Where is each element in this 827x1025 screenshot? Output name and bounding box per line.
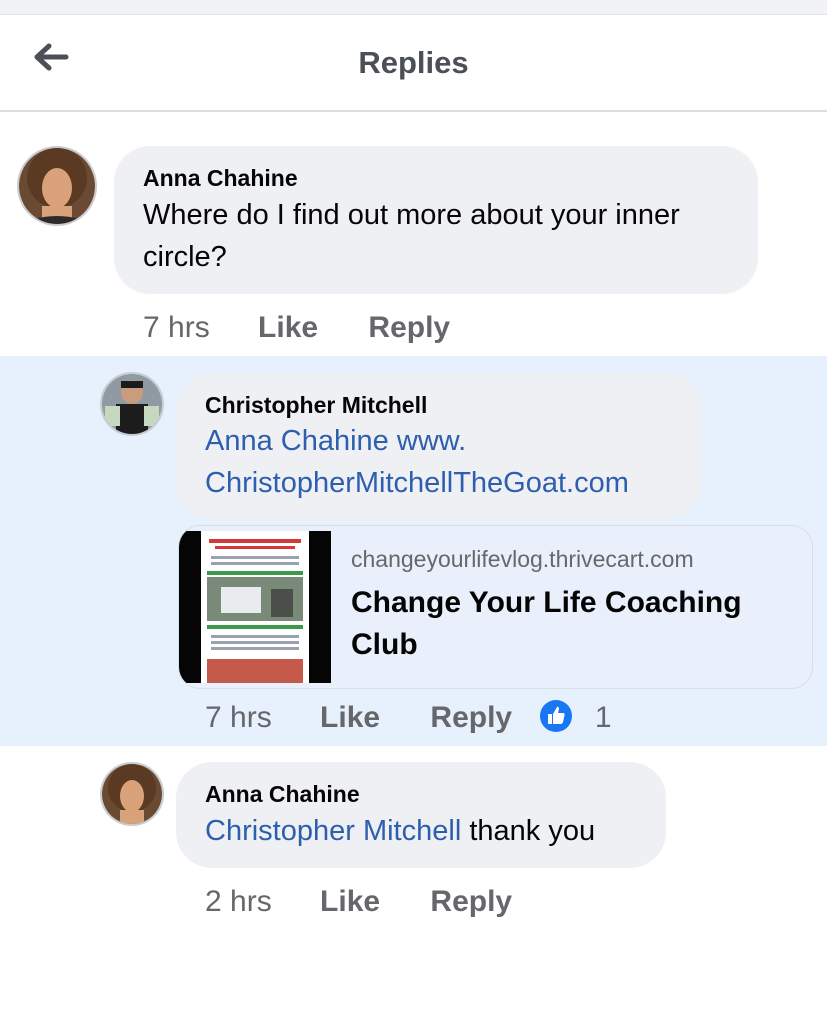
comment-author[interactable]: Anna Chahine xyxy=(143,165,298,192)
comment-actions: 7 hrs Like Reply 1 xyxy=(205,700,612,735)
page-title: Replies xyxy=(358,45,469,80)
reply-button[interactable]: Reply xyxy=(368,311,450,344)
avatar[interactable] xyxy=(100,372,164,436)
link-preview-thumbnail xyxy=(179,531,331,683)
comment-time: 7 hrs xyxy=(205,701,272,734)
comment-actions: 2 hrs Like Reply xyxy=(205,885,512,919)
like-button[interactable]: Like xyxy=(320,701,380,734)
reply-button[interactable]: Reply xyxy=(430,885,512,918)
like-button[interactable]: Like xyxy=(320,885,380,918)
comment-time: 2 hrs xyxy=(205,885,272,918)
comment-author[interactable]: Christopher Mitchell xyxy=(205,392,427,419)
link-preview-card[interactable]: changeyourlifevlog.thrivecart.com Change… xyxy=(178,525,813,689)
mention-link[interactable]: Christopher Mitchell xyxy=(205,815,461,847)
avatar[interactable] xyxy=(17,146,97,226)
comment-text: Christopher Mitchell thank you xyxy=(205,810,665,852)
avatar[interactable] xyxy=(100,762,164,826)
link-preview-title: Change Your Life Coaching Club xyxy=(351,586,742,661)
link-preview-domain: changeyourlifevlog.thrivecart.com xyxy=(351,546,694,572)
comment-text: Anna Chahine www. ChristopherMitchellThe… xyxy=(205,420,695,504)
mention-link[interactable]: Anna Chahine xyxy=(205,425,389,457)
comment-time: 7 hrs xyxy=(143,311,210,344)
comment-text: Where do I find out more about your inne… xyxy=(143,199,680,273)
reaction-count[interactable]: 1 xyxy=(595,701,612,734)
comment-author[interactable]: Anna Chahine xyxy=(205,781,360,808)
comment-actions: 7 hrs Like Reply xyxy=(143,311,450,345)
status-strip xyxy=(0,0,827,15)
top-bar: Replies xyxy=(0,15,827,112)
comment-text-body: thank you xyxy=(469,815,596,847)
reply-button[interactable]: Reply xyxy=(430,701,512,734)
like-button[interactable]: Like xyxy=(258,311,318,344)
thumbs-up-icon[interactable] xyxy=(540,700,573,733)
